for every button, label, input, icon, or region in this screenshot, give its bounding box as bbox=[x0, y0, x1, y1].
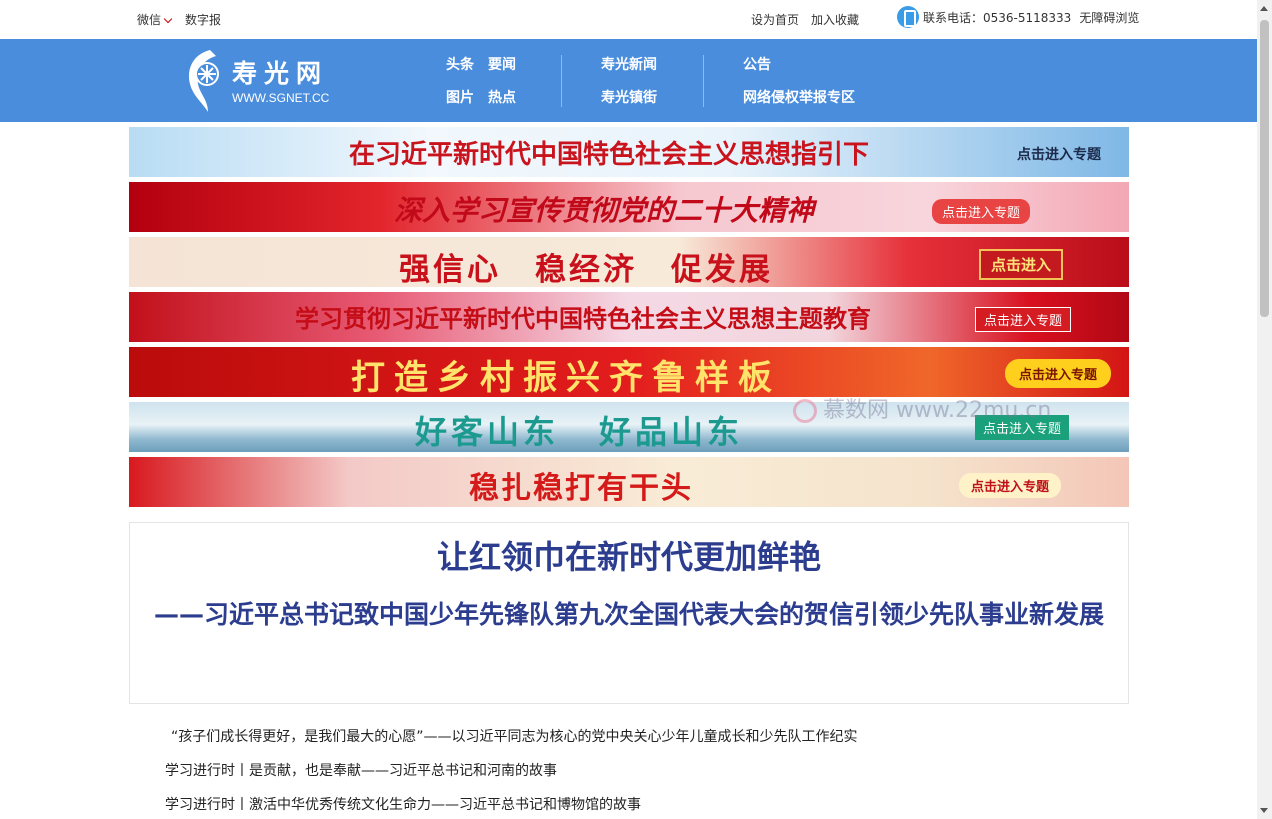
banner-enter-button[interactable]: 点击进入专题 bbox=[932, 199, 1031, 224]
top-bar: 微信 数字报 设为首页 加入收藏 联系电话：0536-5118333 无障碍浏览 bbox=[0, 0, 1257, 39]
banner-confidence-economy[interactable]: 强信心 稳经济 促发展 点击进入 bbox=[129, 237, 1129, 287]
banner-enter-button[interactable]: 点击进入专题 bbox=[1005, 359, 1112, 388]
banner-title: 稳扎稳打有干头 bbox=[469, 471, 693, 506]
page-scrollbar[interactable] bbox=[1257, 0, 1272, 819]
banner-theme-education[interactable]: 学习贯彻习近平新时代中国特色社会主义思想主题教育 点击进入专题 bbox=[129, 292, 1129, 342]
nav-item-photos[interactable]: 图片 bbox=[446, 87, 474, 120]
banner-title-part-b: 好品山东 bbox=[599, 413, 744, 451]
chevron-down-icon bbox=[163, 14, 173, 24]
wechat-label: 微信 bbox=[137, 13, 162, 27]
top-bar-right: 设为首页 加入收藏 bbox=[751, 11, 859, 28]
nav-item-infringement-report[interactable]: 网络侵权举报专区 bbox=[743, 87, 855, 120]
watermark-logo-icon bbox=[793, 399, 817, 423]
banner-title: 打造乡村振兴齐鲁样板 bbox=[351, 358, 781, 397]
nav-divider bbox=[703, 55, 704, 107]
scroll-thumb[interactable] bbox=[1260, 20, 1269, 317]
nav-item-announcements[interactable]: 公告 bbox=[743, 54, 771, 87]
phone-icon bbox=[897, 6, 919, 28]
banner-title: 深入学习宣传贯彻党的二十大精神 bbox=[394, 194, 815, 227]
main-nav: 寿光网 WWW.SGNET.CC 头条 要闻 图片 热点 寿光新闻 寿光镇街 公… bbox=[0, 39, 1257, 122]
nav-item-shouguang-news[interactable]: 寿光新闻 bbox=[601, 54, 657, 87]
contact-area: 联系电话：0536-5118333 无障碍浏览 bbox=[897, 6, 1139, 28]
banner-enter-button[interactable]: 点击进入专题 bbox=[1017, 144, 1101, 164]
nav-group-notices: 公告 网络侵权举报专区 bbox=[743, 54, 855, 120]
banner-title-part-a: 好客山东 bbox=[415, 413, 560, 451]
nav-item-major-news[interactable]: 要闻 bbox=[488, 54, 516, 87]
watermark: 慕数网 www.22mu.cn bbox=[793, 392, 1051, 424]
watermark-text: 慕数网 www.22mu.cn bbox=[823, 398, 1052, 423]
nav-divider bbox=[561, 55, 562, 107]
nav-group-news: 头条 要闻 图片 热点 bbox=[446, 54, 516, 120]
nav-item-hot[interactable]: 热点 bbox=[488, 87, 516, 120]
banner-enter-button[interactable]: 点击进入专题 bbox=[959, 473, 1062, 498]
site-logo[interactable]: 寿光网 WWW.SGNET.CC bbox=[186, 44, 351, 114]
news-list: “孩子们成长得更好，是我们最大的心愿”——以习近平同志为核心的党中央关心少年儿童… bbox=[165, 726, 858, 819]
digital-paper-link[interactable]: 数字报 bbox=[185, 11, 221, 28]
headline-box: 让红领巾在新时代更加鲜艳 ——习近平总书记致中国少年先锋队第九次全国代表大会的贺… bbox=[129, 522, 1129, 704]
headline-subtitle[interactable]: ——习近平总书记致中国少年先锋队第九次全国代表大会的贺信引领少先队事业新发展 bbox=[148, 585, 1110, 645]
banner-steady-progress[interactable]: 稳扎稳打有干头 点击进入专题 bbox=[129, 457, 1129, 507]
scroll-down-icon[interactable] bbox=[1260, 808, 1268, 813]
banner-title: 好客山东 好品山东 bbox=[415, 407, 743, 452]
nav-item-headlines[interactable]: 头条 bbox=[446, 54, 474, 87]
scroll-up-icon[interactable] bbox=[1260, 6, 1268, 11]
banner-enter-button[interactable]: 点击进入专题 bbox=[975, 307, 1072, 332]
banner-title: 在习近平新时代中国特色社会主义思想指引下 bbox=[349, 140, 870, 170]
banner-rural-revitalization[interactable]: 打造乡村振兴齐鲁样板 点击进入专题 bbox=[129, 347, 1129, 397]
news-item[interactable]: 学习进行时丨激活中华优秀传统文化生命力——习近平总书记和博物馆的故事 bbox=[165, 794, 858, 819]
contact-phone: 联系电话：0536-5118333 bbox=[923, 10, 1072, 25]
banner-title: 学习贯彻习近平新时代中国特色社会主义思想主题教育 bbox=[295, 304, 871, 333]
headline-title[interactable]: 让红领巾在新时代更加鲜艳 bbox=[130, 533, 1128, 581]
banner-xi-thought[interactable]: 在习近平新时代中国特色社会主义思想指引下 点击进入专题 bbox=[129, 127, 1129, 177]
nav-group-local: 寿光新闻 寿光镇街 bbox=[601, 54, 657, 120]
top-bar-left: 微信 数字报 bbox=[137, 11, 221, 28]
accessibility-link[interactable]: 无障碍浏览 bbox=[1079, 9, 1139, 26]
logo-emblem-icon bbox=[188, 50, 219, 112]
news-item[interactable]: 学习进行时丨是贡献，也是奉献——习近平总书记和河南的故事 bbox=[165, 760, 858, 794]
logo-domain: WWW.SGNET.CC bbox=[232, 91, 330, 105]
banner-enter-button[interactable]: 点击进入 bbox=[979, 249, 1064, 280]
logo-name: 寿光网 bbox=[232, 59, 329, 88]
news-item[interactable]: “孩子们成长得更好，是我们最大的心愿”——以习近平同志为核心的党中央关心少年儿童… bbox=[165, 726, 858, 760]
banner-title: 强信心 稳经济 促发展 bbox=[399, 252, 773, 287]
wechat-link[interactable]: 微信 bbox=[137, 11, 173, 28]
banner-20th-congress[interactable]: 深入学习宣传贯彻党的二十大精神 点击进入专题 bbox=[129, 182, 1129, 232]
set-home-link[interactable]: 设为首页 bbox=[751, 11, 799, 28]
add-favorite-link[interactable]: 加入收藏 bbox=[811, 11, 859, 28]
nav-item-shouguang-towns[interactable]: 寿光镇街 bbox=[601, 87, 657, 120]
